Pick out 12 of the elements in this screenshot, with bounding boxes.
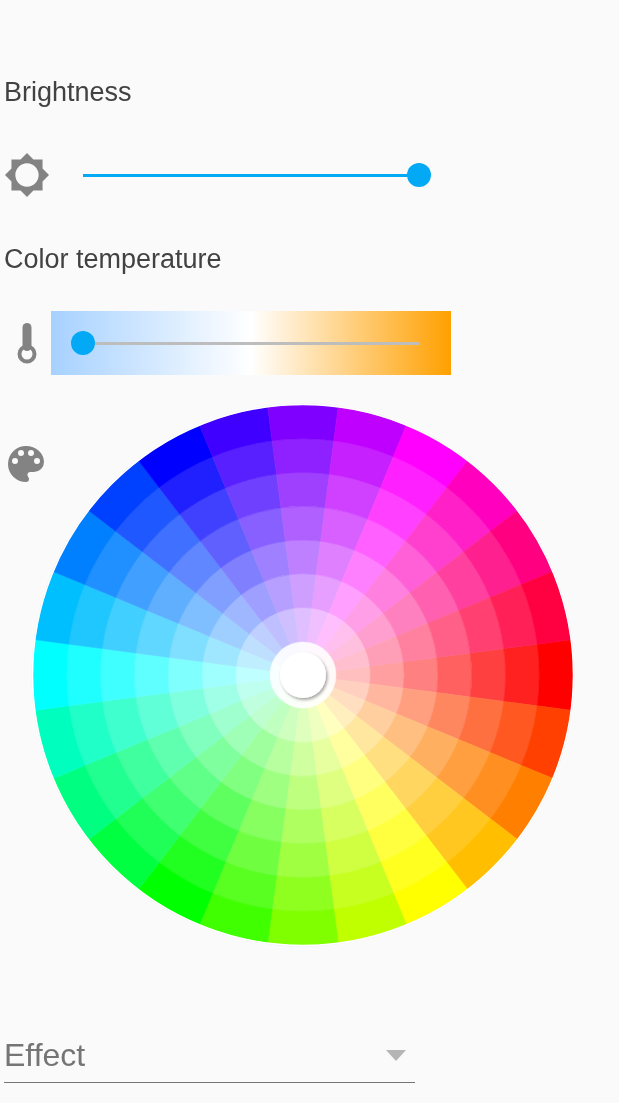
palette-icon [8,446,44,482]
slider-thumb[interactable] [71,331,95,355]
effect-dropdown[interactable]: Effect [4,1036,415,1083]
slider-thumb[interactable] [407,163,431,187]
caret-icon [386,1049,406,1061]
brightness-icon [5,153,49,197]
brightness-label: Brightness [4,76,132,108]
color-picker-handle[interactable] [270,642,336,708]
color-temperature-slider[interactable] [51,311,451,375]
thermometer-icon [17,322,37,364]
color-temperature-label: Color temperature [4,243,222,275]
color-wheel-drawing[interactable] [31,403,575,947]
